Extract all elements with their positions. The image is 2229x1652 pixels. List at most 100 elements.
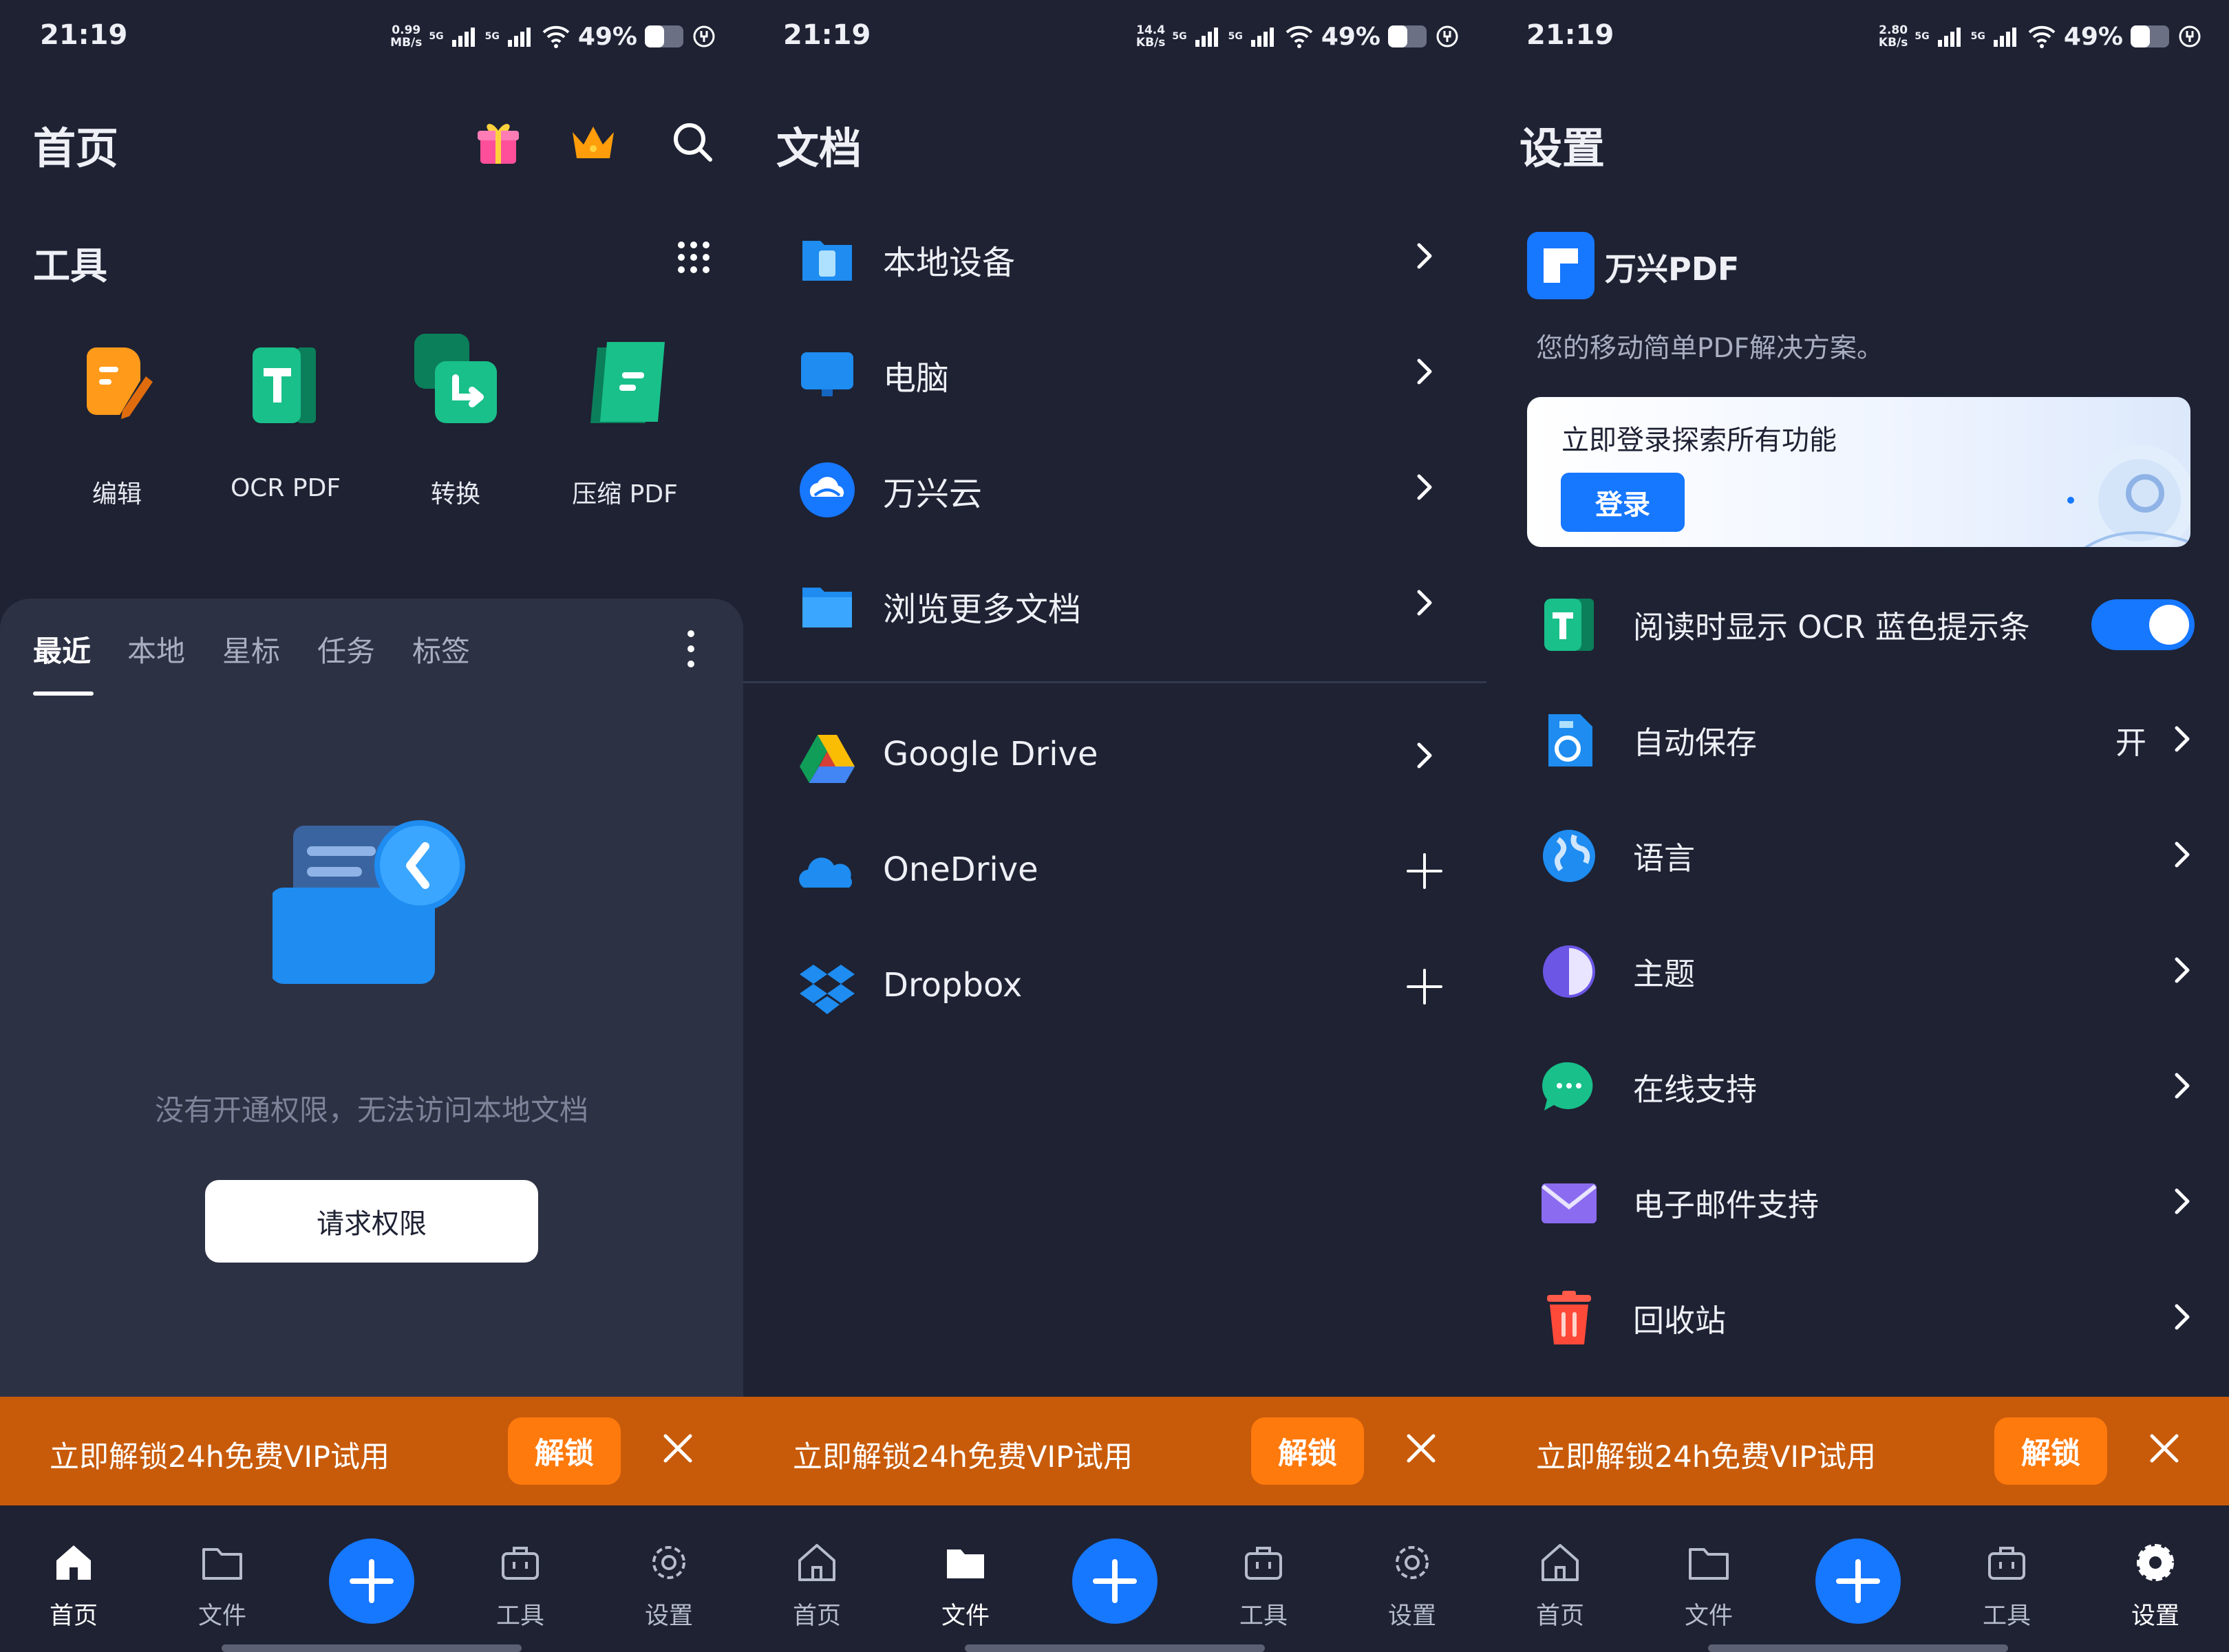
nav-files[interactable]: 文件 xyxy=(1654,1540,1764,1631)
close-icon[interactable] xyxy=(657,1428,698,1469)
nav-tools[interactable]: 工具 xyxy=(465,1540,575,1631)
setting-recycle-bin[interactable]: 回收站 xyxy=(1486,1259,2229,1375)
setting-label: 自动保存 xyxy=(1633,725,1758,761)
chevron-right-icon xyxy=(2175,726,2190,752)
tool-label: 编辑 xyxy=(92,480,142,508)
status-time: 21:19 xyxy=(40,19,128,51)
nav-label: 工具 xyxy=(1239,1602,1288,1630)
unlock-button[interactable]: 解锁 xyxy=(1251,1417,1364,1485)
nav-tools[interactable]: 工具 xyxy=(1208,1540,1319,1631)
toolbox-icon xyxy=(502,1547,539,1580)
home-screen: 21:19 0.99 MB/s 5G 5G 49% 首页 工具 编辑 OCR P… xyxy=(0,0,743,1652)
location-computer[interactable]: 电脑 xyxy=(743,317,1486,432)
add-button[interactable] xyxy=(1815,1538,1901,1624)
request-permission-button[interactable]: 请求权限 xyxy=(205,1180,538,1263)
add-button[interactable] xyxy=(1072,1538,1158,1624)
nav-label: 首页 xyxy=(1535,1602,1584,1630)
nav-home[interactable]: 首页 xyxy=(1505,1540,1615,1631)
setting-label: 回收站 xyxy=(1633,1302,1727,1339)
battery-text: 49% xyxy=(1321,22,1380,51)
charging-icon xyxy=(1436,25,1458,47)
unlock-button[interactable]: 解锁 xyxy=(508,1417,621,1485)
divider xyxy=(743,681,1486,683)
more-vertical-icon[interactable] xyxy=(683,628,699,669)
plus-icon[interactable] xyxy=(1404,850,1445,892)
nav-settings[interactable]: 设置 xyxy=(2100,1540,2210,1631)
nav-label: 设置 xyxy=(644,1602,693,1630)
tab-recent[interactable]: 最近 xyxy=(33,628,91,670)
setting-ocr-hint[interactable]: 阅读时显示 OCR 蓝色提示条 xyxy=(1486,566,2229,681)
folder-icon xyxy=(1689,1548,1729,1580)
nav-label: 工具 xyxy=(1982,1602,2031,1630)
crown-icon[interactable] xyxy=(566,114,621,169)
tool-compress[interactable]: 压缩 PDF xyxy=(556,334,694,510)
tool-label: OCR PDF xyxy=(230,474,341,502)
setting-language[interactable]: 语言 xyxy=(1486,797,2229,912)
cloud-google-drive[interactable]: Google Drive xyxy=(743,700,1486,816)
toolbox-icon xyxy=(1245,1547,1282,1580)
setting-online-support[interactable]: 在线支持 xyxy=(1486,1028,2229,1144)
toggle-knob xyxy=(2149,605,2189,645)
bottom-nav: 首页 文件 工具 设置 xyxy=(1486,1505,2229,1652)
chevron-right-icon xyxy=(2175,1188,2190,1214)
nav-label: 文件 xyxy=(941,1602,990,1630)
settings-screen: 21:19 2.80 KB/s 5G 5G 49% 设置 万兴PDF 您的移动简单… xyxy=(1486,0,2229,1652)
location-local-device[interactable]: 本地设备 xyxy=(743,201,1486,317)
nav-home[interactable]: 首页 xyxy=(762,1540,872,1631)
add-button[interactable] xyxy=(329,1538,414,1624)
login-title: 立即登录探索所有功能 xyxy=(1561,425,1837,456)
nav-files[interactable]: 文件 xyxy=(910,1540,1021,1631)
location-browse-more[interactable]: 浏览更多文档 xyxy=(743,548,1486,663)
tools-section-title: 工具 xyxy=(33,244,107,288)
gift-icon[interactable] xyxy=(471,114,526,169)
nav-settings[interactable]: 设置 xyxy=(614,1540,724,1631)
grid-menu-icon[interactable] xyxy=(676,239,712,275)
home-indicator[interactable] xyxy=(222,1644,522,1652)
nav-settings[interactable]: 设置 xyxy=(1357,1540,1467,1631)
page-title: 设置 xyxy=(1519,123,1606,173)
setting-autosave[interactable]: 自动保存 开 xyxy=(1486,681,2229,797)
wifi-icon xyxy=(2028,25,2056,48)
signal-icon-2 xyxy=(1993,28,2016,47)
setting-theme[interactable]: 主题 xyxy=(1486,912,2229,1028)
home-indicator[interactable] xyxy=(1708,1644,2008,1652)
close-icon[interactable] xyxy=(1400,1428,1442,1469)
vip-banner: 立即解锁24h免费VIP试用 解锁 xyxy=(1486,1397,2229,1505)
search-icon[interactable] xyxy=(665,114,720,169)
signal-icon-2 xyxy=(1250,28,1274,47)
cloud-dropbox[interactable]: Dropbox xyxy=(743,932,1486,1047)
nav-files[interactable]: 文件 xyxy=(167,1540,277,1631)
tool-edit[interactable]: 编辑 xyxy=(48,334,186,510)
google-drive-icon xyxy=(800,735,855,783)
tab-tags[interactable]: 标签 xyxy=(412,628,470,670)
chevron-right-icon xyxy=(1417,243,1432,269)
unlock-button[interactable]: 解锁 xyxy=(1994,1417,2107,1485)
nav-label: 首页 xyxy=(49,1602,98,1630)
ocr-icon xyxy=(253,347,316,423)
tab-local[interactable]: 本地 xyxy=(127,628,185,670)
tab-underline xyxy=(33,691,94,696)
tab-tasks[interactable]: 任务 xyxy=(317,628,375,670)
tab-starred[interactable]: 星标 xyxy=(222,628,280,670)
cloud-onedrive[interactable]: OneDrive xyxy=(743,816,1486,932)
setting-email-support[interactable]: 电子邮件支持 xyxy=(1486,1144,2229,1259)
theme-icon xyxy=(1543,945,1595,998)
location-wondershare-cloud[interactable]: 万兴云 xyxy=(743,432,1486,548)
close-icon[interactable] xyxy=(2144,1428,2185,1469)
signal-icon xyxy=(1195,28,1218,47)
tool-ocr[interactable]: OCR PDF xyxy=(217,334,354,502)
folder-icon xyxy=(202,1548,242,1580)
login-card[interactable]: 立即登录探索所有功能 登录 xyxy=(1527,397,2190,547)
edit-pdf-icon xyxy=(87,347,153,419)
plus-icon[interactable] xyxy=(1404,966,1445,1007)
login-button[interactable]: 登录 xyxy=(1561,473,1685,532)
chevron-right-icon xyxy=(1417,358,1432,385)
chevron-right-icon xyxy=(1417,742,1432,769)
nav-label: 文件 xyxy=(1684,1602,1733,1630)
nav-tools[interactable]: 工具 xyxy=(1952,1540,2062,1631)
tool-convert[interactable]: 转换 xyxy=(387,334,524,510)
nav-home[interactable]: 首页 xyxy=(19,1540,129,1631)
ocr-hint-toggle[interactable] xyxy=(2091,599,2195,650)
home-indicator[interactable] xyxy=(965,1644,1265,1652)
signal-5g-label: 5G xyxy=(429,31,444,42)
